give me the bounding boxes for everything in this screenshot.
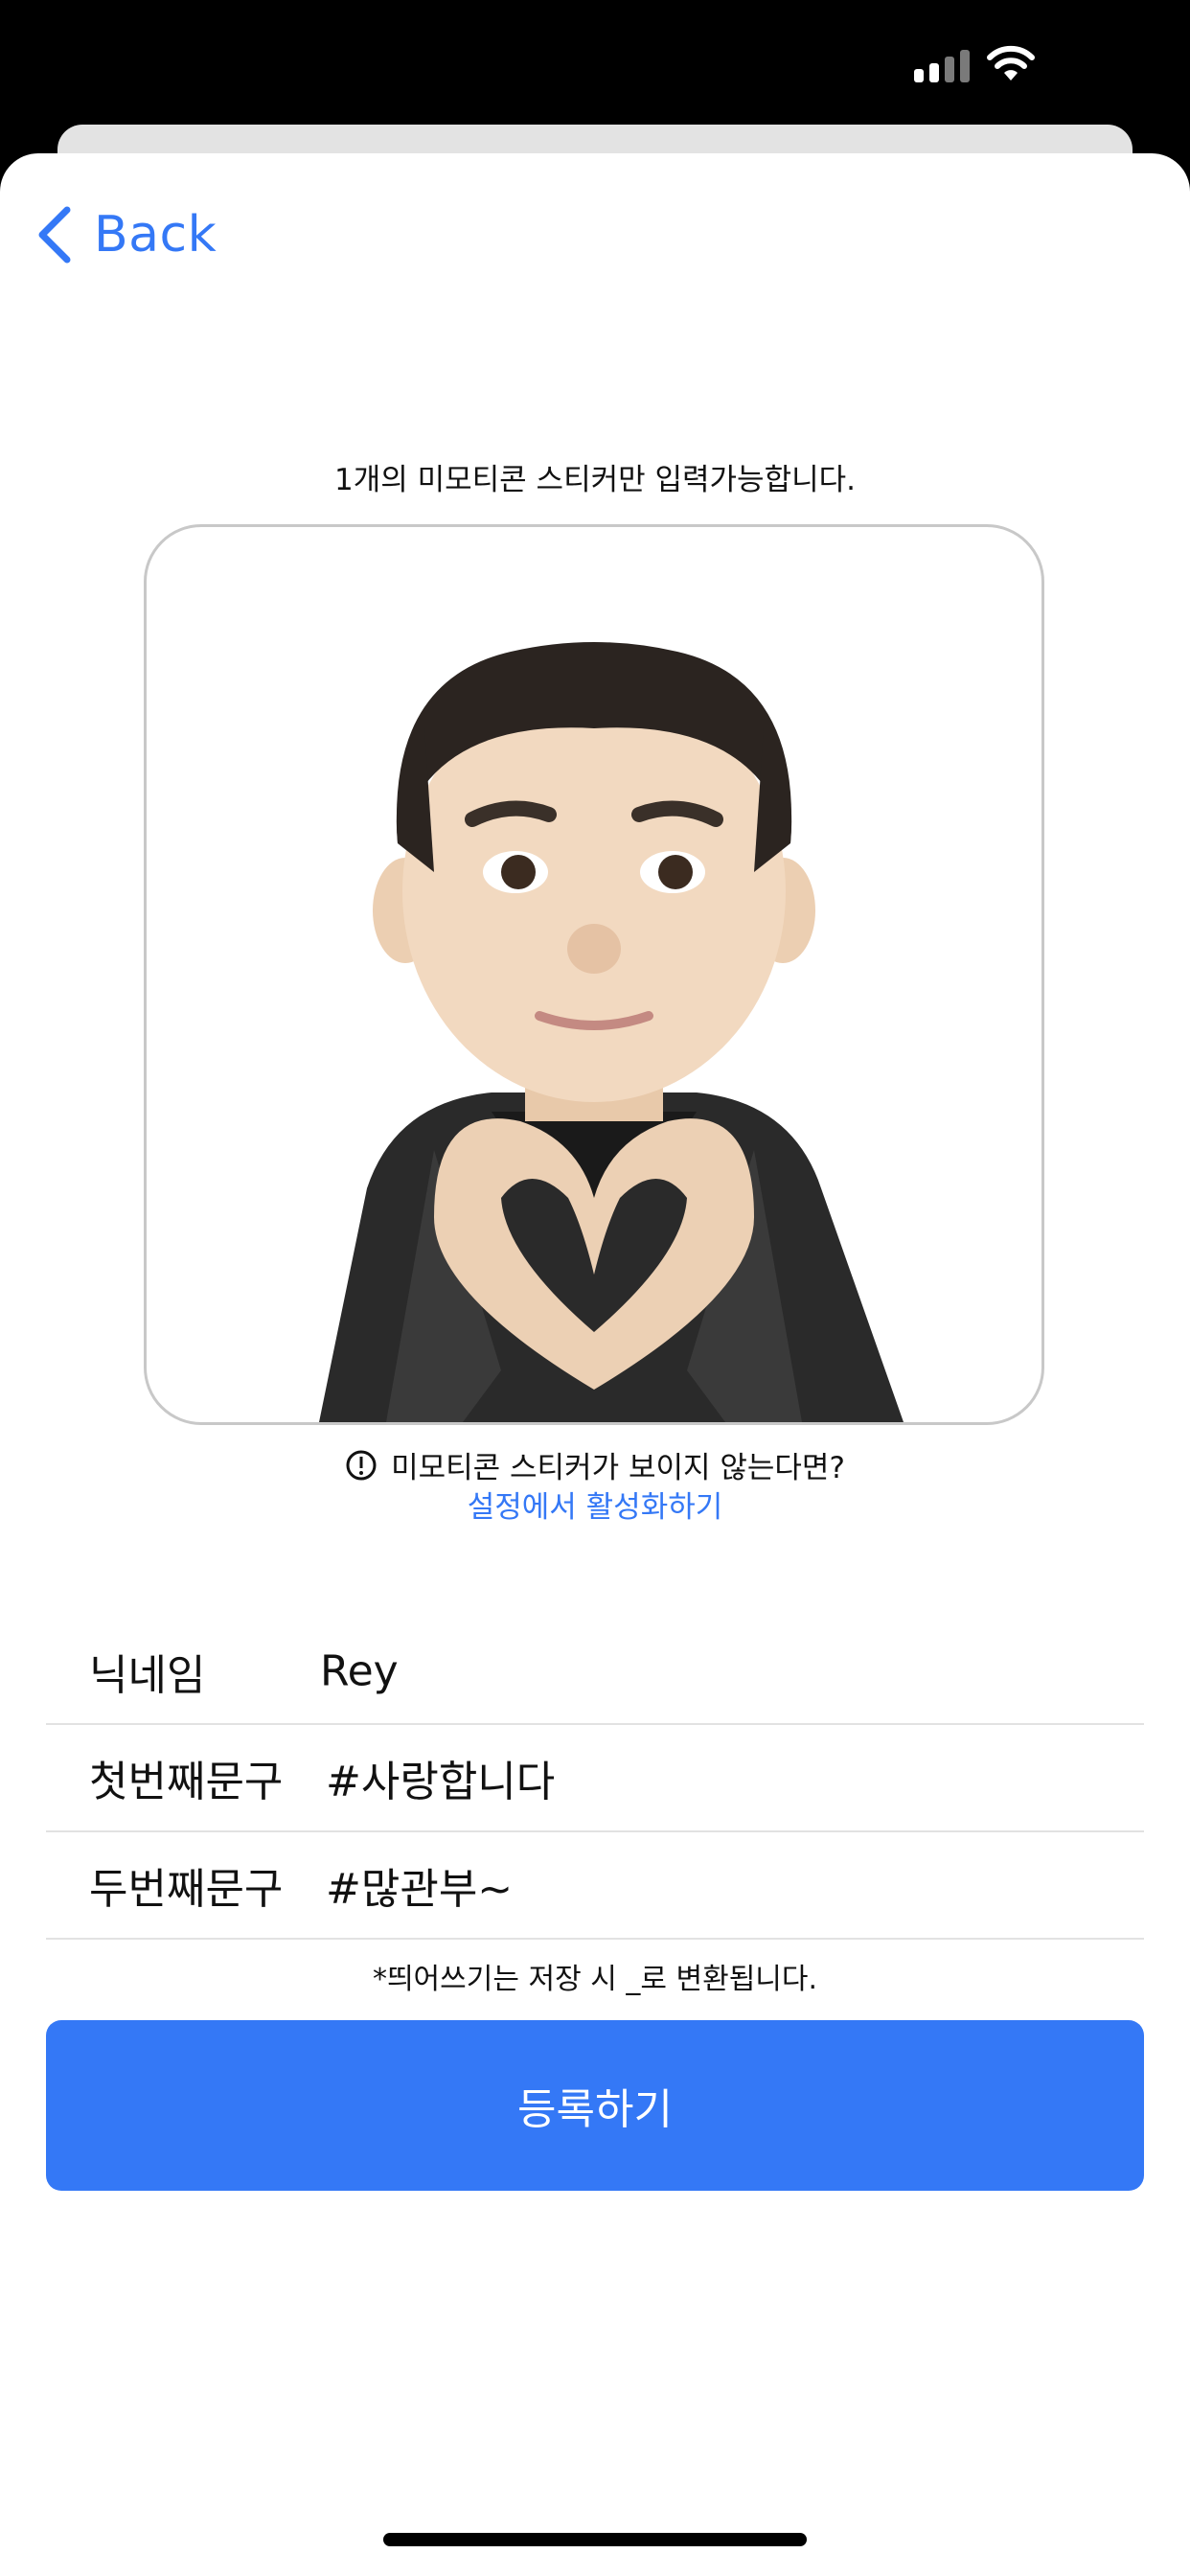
- wifi-icon: [987, 45, 1035, 80]
- cellular-signal-icon: [914, 46, 970, 82]
- enable-in-settings-link[interactable]: 설정에서 활성화하기: [0, 1483, 1190, 1526]
- status-bar: [0, 0, 1190, 125]
- sticker-form: 닉네임 Rey 첫번째문구 #사랑합니다 두번째문구 #많관부~: [46, 1620, 1144, 1940]
- instruction-text: 1개의 미모티콘 스티커만 입력가능합니다.: [334, 463, 856, 497]
- sticker-input-box[interactable]: [144, 524, 1044, 1425]
- sticker-help-notice: 미모티콘 스티커가 보이지 않는다면?: [0, 1443, 1190, 1486]
- first-phrase-label: 첫번째문구: [89, 1758, 284, 1806]
- home-indicator[interactable]: [383, 2533, 807, 2546]
- back-button[interactable]: Back: [34, 201, 217, 268]
- memoji-sticker: [319, 642, 904, 1422]
- first-phrase-field[interactable]: #사랑합니다: [326, 1747, 555, 1808]
- spacing-hint: *띄어쓰기는 저장 시 _로 변환됩니다.: [372, 1963, 818, 1996]
- info-circle-icon: [346, 1450, 377, 1480]
- back-label: Back: [94, 206, 217, 264]
- second-phrase-row: 두번째문구 #많관부~: [46, 1832, 1144, 1940]
- second-phrase-field[interactable]: #많관부~: [326, 1854, 513, 1916]
- chevron-left-icon: [38, 206, 71, 264]
- nickname-row: 닉네임 Rey: [46, 1620, 1144, 1725]
- second-phrase-label: 두번째문구: [89, 1865, 284, 1914]
- nickname-label: 닉네임: [89, 1651, 206, 1700]
- first-phrase-row: 첫번째문구 #사랑합니다: [46, 1725, 1144, 1832]
- notice-text: 미모티콘 스티커가 보이지 않는다면?: [391, 1451, 845, 1485]
- register-button[interactable]: 등록하기: [46, 2020, 1144, 2191]
- nickname-field[interactable]: Rey: [320, 1647, 399, 1696]
